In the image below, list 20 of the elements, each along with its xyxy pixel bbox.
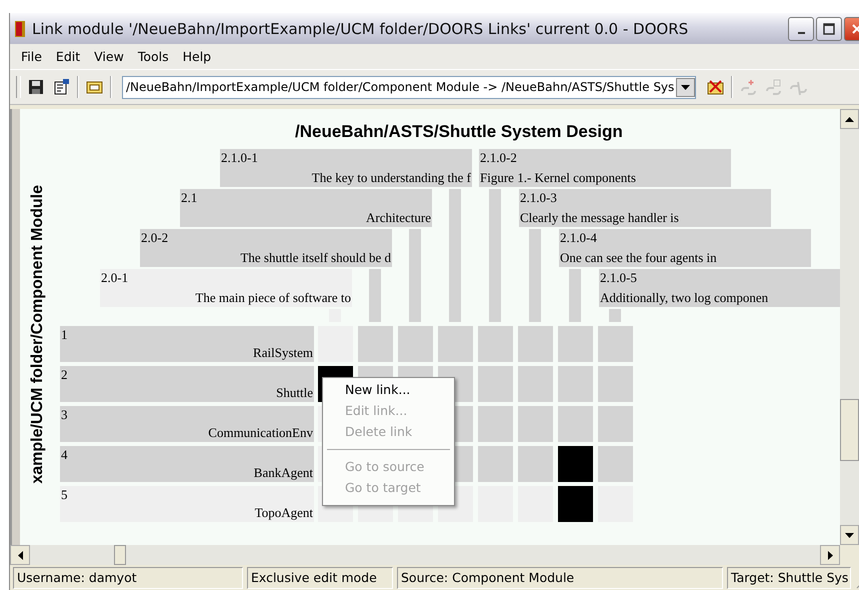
status-text: Target: Shuttle Sys (727, 567, 851, 589)
column-header: 2.0-1 The main piece of software to (100, 269, 352, 307)
row-header: 5 TopoAgent (60, 486, 314, 522)
column-header: 2.1.0-2 Figure 1.- Kernel components (479, 149, 731, 187)
matrix-title: /NeueBahn/ASTS/Shuttle System Design (295, 122, 623, 142)
status-text: Username: damyot (13, 567, 243, 589)
column-header: 2.1 Architecture (180, 189, 432, 227)
column-header: 2.1.0-5 Additionally, two log componen (599, 269, 840, 307)
column-header: 2.1.0-3 Clearly the message handler is (519, 189, 771, 227)
row-header: 3 CommunicationEnv (60, 406, 314, 442)
window-title: Link module '/NeueBahn/ImportExample/UCM folder/DOORS Links' current 0.0 - DOORS (32, 20, 690, 38)
status-text: Exclusive edit mode (247, 567, 393, 589)
row-axis-label: xample/UCM folder/Component Module (29, 185, 47, 484)
column-header: 2.1.0-4 One can see the four agents in (559, 229, 811, 267)
row-header: 1 RailSystem (60, 326, 314, 362)
row-header: 2 Shuttle (60, 366, 314, 402)
row-header: 4 BankAgent (60, 446, 314, 482)
column-header: 2.0-2 The shuttle itself should be d (140, 229, 392, 267)
status-text: Source: Component Module (397, 567, 723, 589)
column-header: 2.1.0-1 The key to understanding the f (220, 149, 472, 187)
